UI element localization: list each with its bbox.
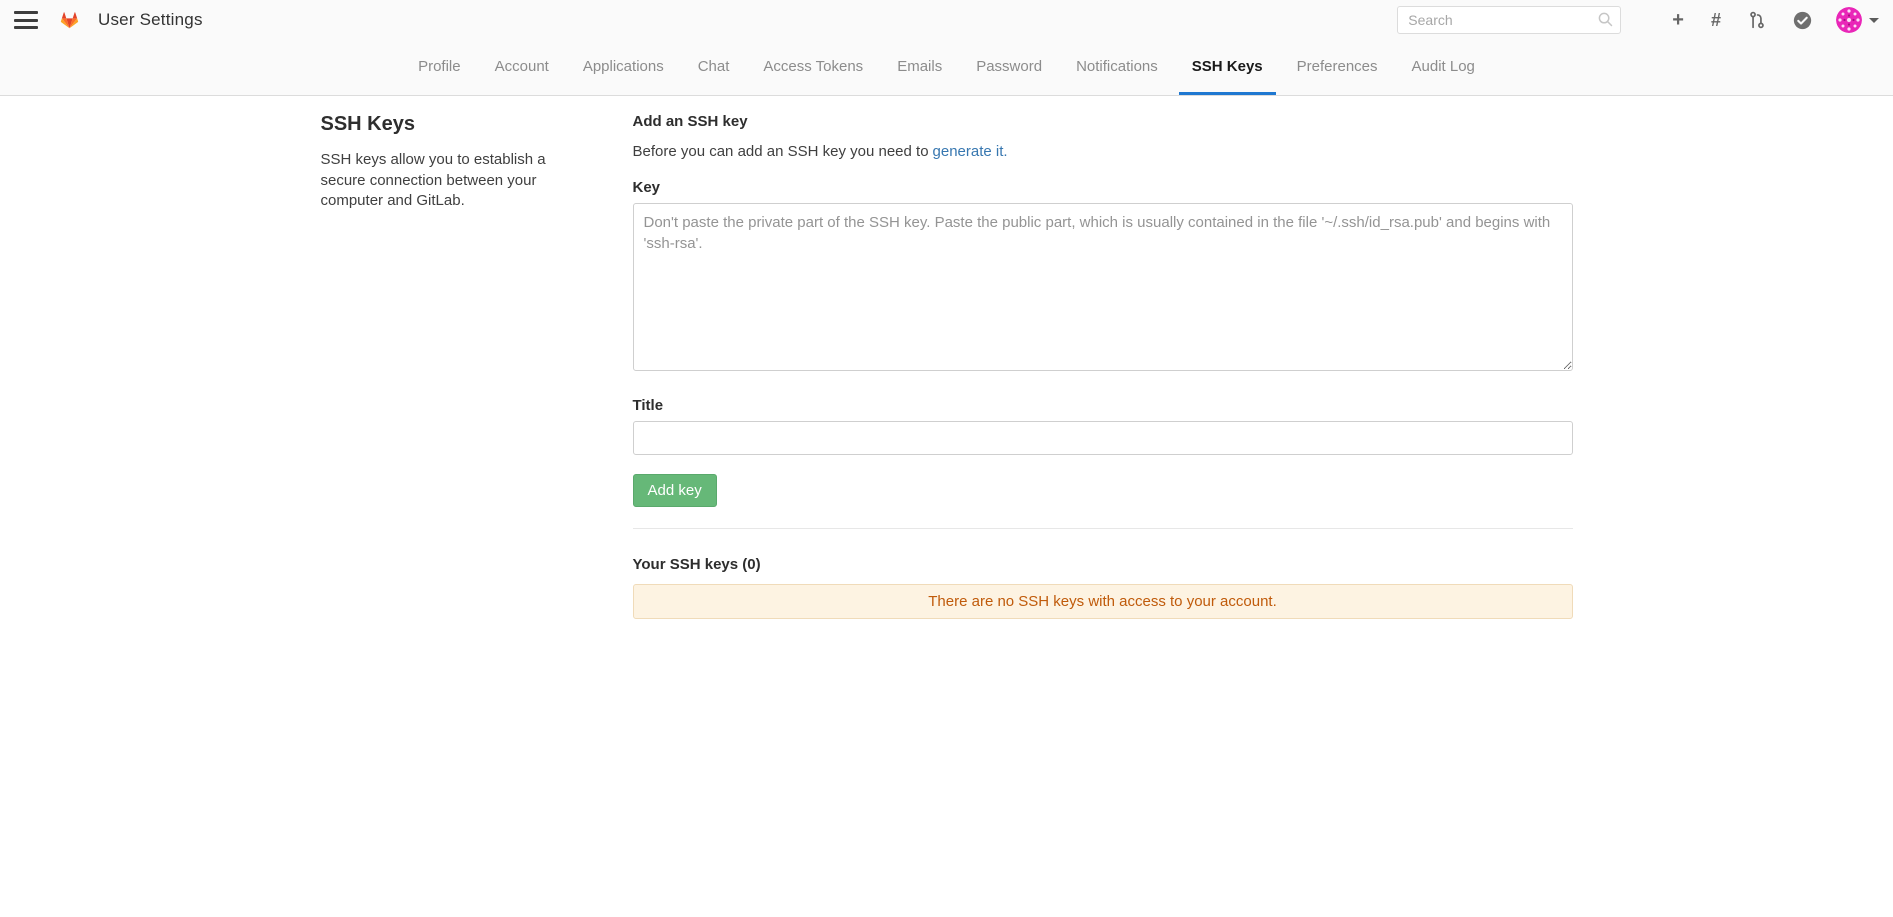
search-input[interactable] [1397, 6, 1621, 34]
tab-preferences[interactable]: Preferences [1284, 40, 1391, 95]
header-bar: User Settings + # [0, 0, 1893, 40]
section-info-column: SSH Keys SSH keys allow you to establish… [321, 113, 633, 619]
page-header-title: User Settings [98, 10, 203, 30]
add-key-button[interactable]: Add key [633, 474, 717, 507]
tab-notifications[interactable]: Notifications [1063, 40, 1171, 95]
page-description: SSH keys allow you to establish a secure… [321, 150, 581, 212]
form-column: Add an SSH key Before you can add an SSH… [633, 113, 1573, 619]
tab-password[interactable]: Password [963, 40, 1055, 95]
gitlab-logo-icon[interactable] [54, 5, 86, 35]
issues-hash-icon[interactable]: # [1711, 11, 1721, 29]
generate-it-link[interactable]: generate it. [933, 143, 1008, 160]
tab-chat[interactable]: Chat [685, 40, 743, 95]
chevron-down-icon [1869, 18, 1879, 23]
tab-ssh-keys[interactable]: SSH Keys [1179, 40, 1276, 95]
tab-profile[interactable]: Profile [405, 40, 474, 95]
top-chrome: User Settings + # [0, 0, 1893, 96]
merge-requests-icon[interactable] [1748, 11, 1766, 29]
generate-key-hint: Before you can add an SSH key you need t… [633, 143, 1573, 160]
user-avatar[interactable] [1836, 7, 1862, 33]
tab-audit-log[interactable]: Audit Log [1399, 40, 1488, 95]
main-content: SSH Keys SSH keys allow you to establish… [321, 96, 1573, 619]
page-title: SSH Keys [321, 113, 583, 136]
key-title-input[interactable] [633, 421, 1573, 455]
section-divider [633, 528, 1573, 529]
user-menu[interactable] [1836, 7, 1879, 33]
tab-account[interactable]: Account [482, 40, 562, 95]
title-field-label: Title [633, 397, 1573, 414]
tab-emails[interactable]: Emails [884, 40, 955, 95]
search-icon [1598, 12, 1613, 32]
tab-access-tokens[interactable]: Access Tokens [750, 40, 876, 95]
your-ssh-keys-heading: Your SSH keys (0) [633, 556, 1573, 573]
settings-tabs: Profile Account Applications Chat Access… [0, 40, 1893, 95]
key-field-label: Key [633, 179, 1573, 196]
tab-applications[interactable]: Applications [570, 40, 677, 95]
generate-key-hint-text: Before you can add an SSH key you need t… [633, 143, 929, 160]
ssh-key-textarea[interactable] [633, 203, 1573, 371]
hamburger-menu-icon[interactable] [14, 11, 38, 29]
add-ssh-key-heading: Add an SSH key [633, 113, 1573, 130]
empty-keys-warning: There are no SSH keys with access to you… [633, 584, 1573, 619]
new-item-plus-icon[interactable]: + [1672, 10, 1684, 30]
todos-check-icon[interactable] [1793, 11, 1812, 30]
